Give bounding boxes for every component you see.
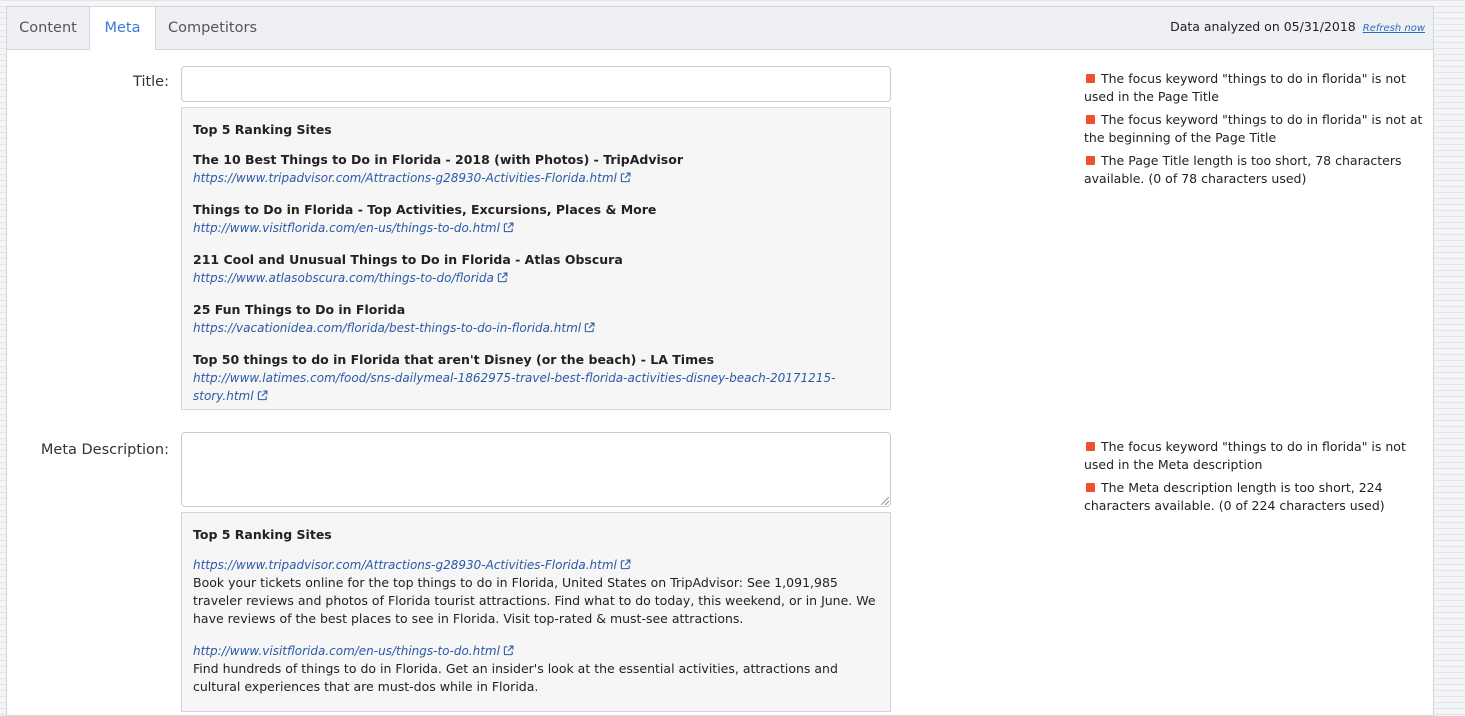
refresh-link[interactable]: Refresh now xyxy=(1363,23,1425,34)
site-url[interactable]: http://www.visitflorida.com/en-us/things… xyxy=(193,644,500,658)
tab-content[interactable]: Content xyxy=(7,7,89,49)
site-title: Top 50 things to do in Florida that aren… xyxy=(193,352,715,367)
site-url[interactable]: https://www.atlasobscura.com/things-to-d… xyxy=(193,271,494,285)
external-link-icon xyxy=(584,322,595,333)
analyzed-date: Data analyzed on 05/31/2018 xyxy=(1170,19,1356,34)
tab-bar: Content Meta Competitors Data analyzed o… xyxy=(7,7,1433,50)
title-ranking-sites: Top 5 Ranking Sites The 10 Best Things t… xyxy=(181,107,891,410)
issue-text: The focus keyword "things to do in flori… xyxy=(1084,439,1406,472)
seo-issue: The Page Title length is too short, 78 c… xyxy=(1084,152,1424,188)
analyzed-status: Data analyzed on 05/31/2018 Refresh now xyxy=(1170,19,1425,34)
ranking-site: Things to Do in Florida - Top Activities… xyxy=(193,201,879,237)
site-url-link[interactable]: http://www.visitflorida.com/en-us/things… xyxy=(193,219,879,237)
site-url[interactable]: https://www.tripadvisor.com/Attractions-… xyxy=(193,171,617,185)
tab-competitors[interactable]: Competitors xyxy=(156,7,269,49)
error-status-icon xyxy=(1086,442,1095,451)
meta-description-textarea[interactable] xyxy=(181,432,891,507)
site-title: The 10 Best Things to Do in Florida - 20… xyxy=(193,152,683,167)
seo-issue: The focus keyword "things to do in flori… xyxy=(1084,70,1424,106)
external-link-icon xyxy=(503,645,514,656)
ranking-site: Top 50 things to do in Florida that aren… xyxy=(193,351,879,405)
meta-ranking-sites: Top 5 Ranking Sites https://www.tripadvi… xyxy=(181,512,891,712)
error-status-icon xyxy=(1086,74,1095,83)
site-url[interactable]: https://www.tripadvisor.com/Attractions-… xyxy=(193,558,617,572)
site-description: Book your tickets online for the top thi… xyxy=(193,575,876,626)
external-link-icon xyxy=(620,172,631,183)
issue-text: The Page Title length is too short, 78 c… xyxy=(1084,153,1402,186)
resize-handle-icon[interactable] xyxy=(881,497,889,505)
site-title: Things to Do in Florida - Top Activities… xyxy=(193,202,657,217)
seo-issue: The focus keyword "things to do in flori… xyxy=(1084,438,1424,474)
error-status-icon xyxy=(1086,156,1095,165)
issue-text: The focus keyword "things to do in flori… xyxy=(1084,112,1423,145)
site-url-link[interactable]: https://vacationidea.com/florida/best-th… xyxy=(193,319,879,337)
site-url[interactable]: http://www.visitflorida.com/en-us/things… xyxy=(193,221,500,235)
ranking-site: The 10 Best Things to Do in Florida - 20… xyxy=(193,151,879,187)
ranking-site: 211 Cool and Unusual Things to Do in Flo… xyxy=(193,251,879,287)
external-link-icon xyxy=(620,559,631,570)
title-label: Title: xyxy=(133,74,169,90)
seo-issue: The Meta description length is too short… xyxy=(1084,479,1424,515)
site-url[interactable]: https://vacationidea.com/florida/best-th… xyxy=(193,321,581,335)
title-issues: The focus keyword "things to do in flori… xyxy=(1084,70,1424,193)
site-url[interactable]: http://www.latimes.com/food/sns-dailymea… xyxy=(193,371,835,403)
external-link-icon xyxy=(497,272,508,283)
title-input[interactable] xyxy=(181,66,891,102)
external-link-icon xyxy=(503,222,514,233)
ranking-site: 25 Fun Things to Do in Florida https://va… xyxy=(193,301,879,337)
ranking-sites-heading: Top 5 Ranking Sites xyxy=(193,122,332,137)
ranking-site: https://www.tripadvisor.com/Attractions-… xyxy=(193,556,879,628)
site-url-link[interactable]: https://www.atlasobscura.com/things-to-d… xyxy=(193,269,879,287)
issue-text: The focus keyword "things to do in flori… xyxy=(1084,71,1406,104)
tab-meta[interactable]: Meta xyxy=(89,7,156,50)
error-status-icon xyxy=(1086,483,1095,492)
site-description: Find hundreds of things to do in Florida… xyxy=(193,661,838,694)
site-url-link[interactable]: http://www.latimes.com/food/sns-dailymea… xyxy=(193,369,879,405)
meta-issues: The focus keyword "things to do in flori… xyxy=(1084,438,1424,520)
ranking-sites-heading: Top 5 Ranking Sites xyxy=(193,527,332,542)
error-status-icon xyxy=(1086,115,1095,124)
external-link-icon xyxy=(257,390,268,401)
ranking-site: http://www.visitflorida.com/en-us/things… xyxy=(193,642,879,696)
site-title: 25 Fun Things to Do in Florida xyxy=(193,302,406,317)
site-title: 211 Cool and Unusual Things to Do in Flo… xyxy=(193,252,623,267)
meta-description-label: Meta Description: xyxy=(40,442,169,458)
seo-issue: The focus keyword "things to do in flori… xyxy=(1084,111,1424,147)
issue-text: The Meta description length is too short… xyxy=(1084,480,1385,513)
site-url-link[interactable]: https://www.tripadvisor.com/Attractions-… xyxy=(193,556,879,574)
site-url-link[interactable]: https://www.tripadvisor.com/Attractions-… xyxy=(193,169,879,187)
site-url-link[interactable]: http://www.visitflorida.com/en-us/things… xyxy=(193,642,879,660)
